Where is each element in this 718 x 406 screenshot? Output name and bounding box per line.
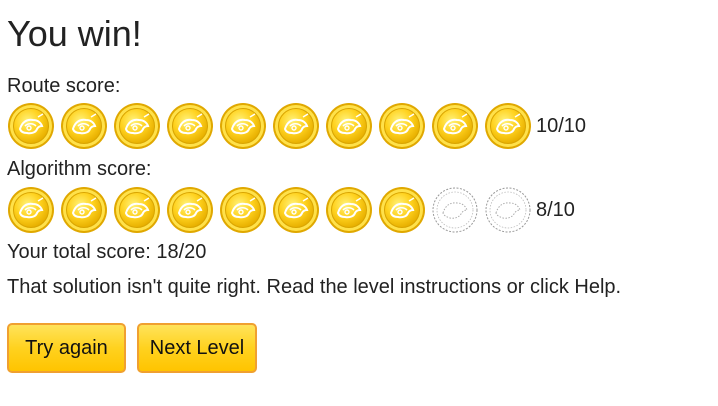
- gold-coin-icon: [378, 102, 426, 150]
- gold-coin-icon: [325, 102, 373, 150]
- gold-coin-icon: [378, 186, 426, 234]
- gold-coin-icon: [272, 102, 320, 150]
- gold-coin-icon: [219, 102, 267, 150]
- route-score-label: Route score:: [7, 75, 121, 97]
- gold-coin-icon: [431, 102, 479, 150]
- gold-coin-icon: [166, 102, 214, 150]
- gold-coin-icon: [484, 102, 532, 150]
- gold-coin-icon: [272, 186, 320, 234]
- route-score-value: 10/10: [536, 114, 587, 137]
- gold-coin-icon: [60, 102, 108, 150]
- gold-coin-icon: [60, 186, 108, 234]
- feedback-message: That solution isn't quite right. Read th…: [7, 276, 622, 298]
- empty-coin-icon: [431, 186, 479, 234]
- algorithm-score-label: Algorithm score:: [7, 158, 152, 180]
- gold-coin-icon: [113, 186, 161, 234]
- gold-coin-icon: [325, 186, 373, 234]
- route-score-coins: 10/10: [7, 101, 586, 151]
- total-score: Your total score: 18/20: [7, 241, 207, 263]
- gold-coin-icon: [7, 186, 55, 234]
- try-again-button[interactable]: Try again: [7, 323, 126, 373]
- empty-coin-icon: [484, 186, 532, 234]
- algorithm-score-value: 8/10: [536, 198, 575, 221]
- page-title: You win!: [7, 13, 142, 54]
- gold-coin-icon: [113, 102, 161, 150]
- gold-coin-icon: [219, 186, 267, 234]
- algorithm-score-coins: 8/10: [7, 185, 575, 235]
- gold-coin-icon: [166, 186, 214, 234]
- gold-coin-icon: [7, 102, 55, 150]
- next-level-button[interactable]: Next Level: [137, 323, 257, 373]
